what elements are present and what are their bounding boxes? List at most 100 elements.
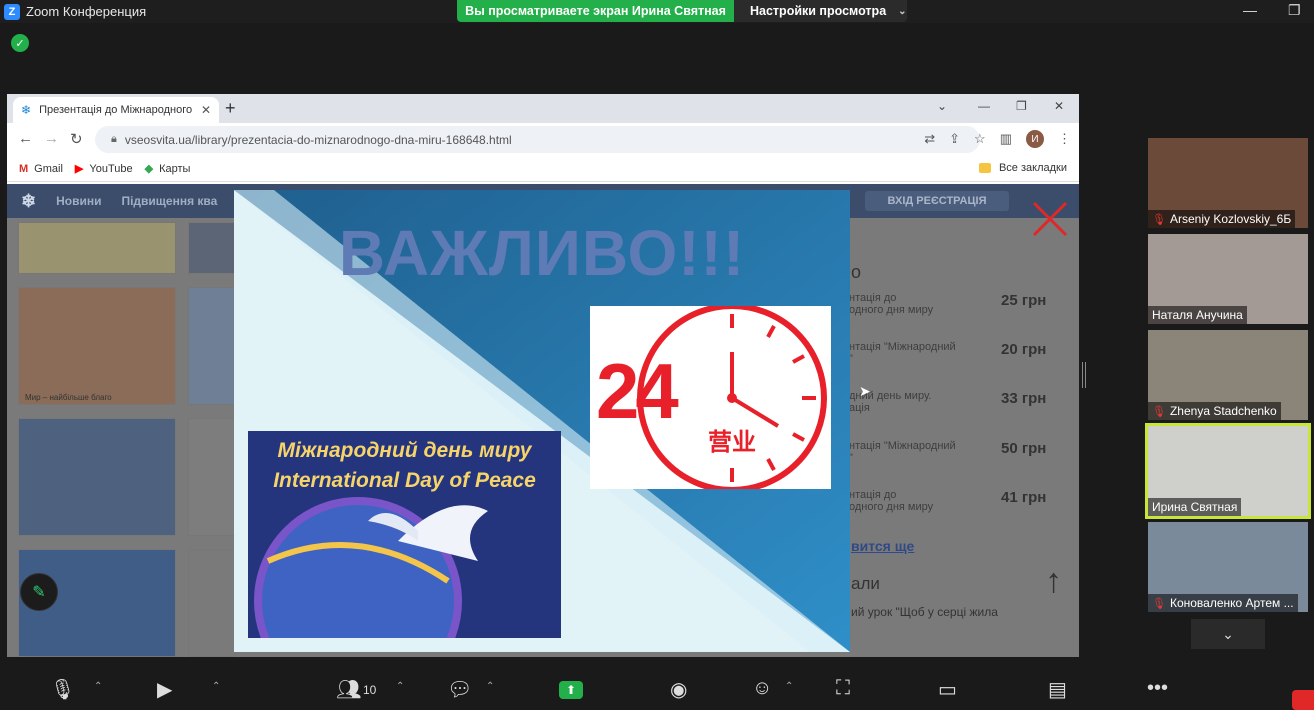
participant-name: Наталя Анучина (1152, 308, 1243, 322)
nav-qualification[interactable]: Підвищення ква (121, 194, 217, 208)
thumbnail[interactable]: Мир – найбільше благо (18, 287, 176, 405)
tab-search-icon[interactable]: ⌄ (937, 99, 947, 113)
gmail-icon: M (19, 162, 29, 175)
zoom-logo-icon: Z (4, 3, 20, 20)
thumbnail[interactable] (188, 418, 236, 536)
site-logo-icon[interactable]: ❄ (21, 191, 36, 212)
participant-tile[interactable]: Наталя Анучина (1148, 234, 1308, 324)
splitter-handle[interactable] (1082, 362, 1086, 388)
notes-icon[interactable]: ▤ (1048, 677, 1067, 702)
url-field[interactable]: 🔒︎ vseosvita.ua/library/prezentacia-do-m… (95, 126, 980, 153)
mic-muted-icon: 🎙︎ (1152, 597, 1166, 610)
audio-options-caret-icon[interactable]: ⌃ (94, 681, 102, 692)
lesson-item-text[interactable]: ий урок "Щоб у серці жила (851, 605, 998, 619)
back-icon[interactable]: ← (18, 130, 33, 147)
thumbnail[interactable] (188, 287, 236, 405)
participant-name: Arseniy Kozlovskiy_6Б (1169, 212, 1292, 226)
close-x-icon[interactable] (1032, 201, 1068, 237)
browser-restore-icon[interactable]: ❐ (1016, 99, 1027, 113)
menu-kebab-icon[interactable]: ⋮ (1058, 131, 1071, 147)
participant-name-bar: 🎙︎ Коноваленко Артем ... (1148, 594, 1298, 612)
bookmarks-bar: M Gmail ▶ YouTube ◆ Карты Все закладки (7, 156, 1079, 182)
minimize-icon[interactable]: — (1243, 2, 1257, 18)
participant-tile-active-speaker[interactable]: Ирина Святная (1145, 423, 1311, 519)
participants-count: 10 (363, 683, 377, 697)
video-camera-icon[interactable]: ▶︎ (157, 677, 172, 702)
bookmark-maps[interactable]: ◆ Карты (144, 162, 191, 176)
bookmark-gmail[interactable]: M Gmail (19, 163, 63, 175)
meeting-toolbar: 🎙︎ ⌃ ▶︎ ⌃ 👥︎ 10 ⌃ 💬︎ ⌃ ⬆ ◉ ☺ ⌃ ⛶ ▭ ▤ ••• (0, 667, 1314, 705)
participant-tile[interactable]: 🎙︎ Zhenya Stadchenko (1148, 330, 1308, 420)
mic-muted-icon: 🎙︎ (1152, 213, 1166, 226)
related-item-text[interactable]: нтація до одного дня миру (849, 292, 933, 316)
new-tab-icon[interactable]: + (225, 98, 236, 119)
participants-icon[interactable]: 👥︎ (336, 677, 361, 702)
participant-tile[interactable]: 🎙︎ Arseniy Kozlovskiy_6Б (1148, 138, 1308, 228)
sidepanel-icon[interactable]: ▥ (1000, 131, 1012, 147)
more-participants-chevron-icon[interactable]: ⌄ (1191, 619, 1265, 649)
clock-number: 24 (596, 347, 679, 435)
related-item-price: 25 грн (1001, 292, 1047, 309)
all-bookmarks[interactable]: Все закладки (978, 162, 1067, 174)
all-bookmarks-label: Все закладки (998, 162, 1067, 174)
participant-name-bar: Ирина Святная (1148, 498, 1242, 516)
youtube-icon: ▶ (74, 163, 84, 175)
related-item-text[interactable]: нтація "Міжнародний " (849, 440, 956, 464)
share-icon[interactable]: ⇪ (949, 131, 960, 147)
thumbnail[interactable] (18, 418, 176, 536)
profile-avatar[interactable]: И (1026, 130, 1044, 148)
app-title: Zoom Конференция (26, 4, 147, 19)
browser-minimize-icon[interactable]: — (978, 99, 990, 113)
view-options-button[interactable]: Настройки просмотра ⌄ (734, 0, 907, 22)
reactions-icon[interactable]: ☺ (752, 677, 772, 700)
maps-icon: ◆ (144, 163, 154, 175)
encryption-shield-icon[interactable]: ✓ (11, 34, 29, 52)
bookmark-youtube[interactable]: ▶ YouTube (74, 162, 133, 176)
related-item-text[interactable]: нтація "Міжнародний " (849, 341, 956, 365)
thumbnail[interactable] (18, 222, 176, 274)
address-bar-actions: ⇄ ⇪ ☆ ▥ И ⋮ (924, 130, 1071, 148)
chat-icon[interactable]: 💬︎ (447, 677, 472, 702)
restore-icon[interactable]: ❐ (1288, 2, 1301, 19)
microphone-icon[interactable]: 🎙︎ (50, 677, 75, 702)
reactions-caret-icon[interactable]: ⌃ (785, 681, 793, 692)
peace-title-eng: International Day of Peace (273, 469, 536, 492)
related-item-text[interactable]: нтація до одного дня миру (849, 489, 933, 513)
mic-muted-icon: 🎙︎ (1152, 405, 1166, 418)
annotate-pencil-icon[interactable]: ✎ (20, 573, 58, 611)
browser-tab[interactable]: ❄ Презентація до Міжнародного ✕ (13, 97, 219, 123)
show-more-link[interactable]: вится ще (851, 538, 914, 554)
share-screen-button[interactable]: ⬆ (559, 681, 583, 699)
bookmark-label: YouTube (89, 162, 133, 175)
participants-caret-icon[interactable]: ⌃ (396, 681, 404, 692)
translate-icon[interactable]: ⇄ (924, 131, 935, 147)
browser-close-icon[interactable]: ✕ (1054, 99, 1064, 113)
related-item-price: 33 грн (1001, 390, 1047, 407)
participant-name-bar: 🎙︎ Zhenya Stadchenko (1148, 402, 1281, 420)
end-meeting-button[interactable] (1292, 690, 1314, 710)
whiteboard-icon[interactable]: ▭ (938, 677, 957, 702)
record-icon[interactable]: ◉ (670, 677, 687, 702)
participant-name: Ирина Святная (1152, 500, 1238, 514)
participant-name-bar: 🎙︎ Arseniy Kozlovskiy_6Б (1148, 210, 1296, 228)
apps-icon[interactable]: ⛶ (836, 677, 850, 700)
scroll-up-arrow-icon[interactable]: ↑ (1045, 562, 1062, 601)
more-icon[interactable]: ••• (1147, 677, 1168, 700)
tab-close-icon[interactable]: ✕ (201, 103, 211, 117)
related-item-price: 20 грн (1001, 341, 1047, 358)
participant-name: Zhenya Stadchenko (1169, 404, 1277, 418)
chat-caret-icon[interactable]: ⌃ (486, 681, 494, 692)
browser-tabbar: ❄ Презентація до Міжнародного ✕ + ⌄ — ❐ … (7, 94, 1079, 123)
thumbnail[interactable] (188, 549, 236, 657)
section-heading: о (851, 262, 862, 282)
bookmark-star-icon[interactable]: ☆ (974, 131, 986, 147)
forward-icon[interactable]: → (44, 130, 59, 147)
login-register[interactable]: ВХІД РЕЄСТРАЦІЯ (865, 191, 1009, 211)
video-options-caret-icon[interactable]: ⌃ (212, 681, 220, 692)
lessons-heading: али (851, 574, 880, 593)
reload-icon[interactable]: ↻ (70, 130, 83, 148)
participant-tile[interactable]: 🎙︎ Коноваленко Артем ... (1148, 522, 1308, 612)
address-bar-row: ← → ↻ 🔒︎ vseosvita.ua/library/prezentaci… (7, 123, 1079, 156)
nav-news[interactable]: Новини (56, 194, 101, 208)
thumbnail[interactable] (188, 222, 236, 274)
